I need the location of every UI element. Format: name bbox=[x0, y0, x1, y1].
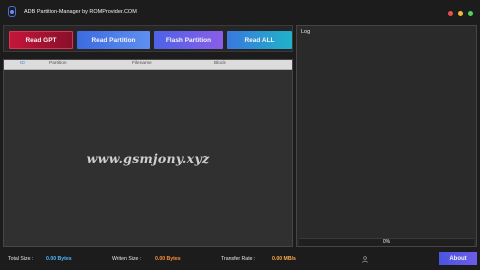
window-title: ADB Partition-Manager by ROMProvider.COM bbox=[24, 9, 137, 15]
read-partition-button[interactable]: Read Partition bbox=[77, 31, 150, 49]
action-toolbar: Read GPT Read Partition Flash Partition … bbox=[3, 25, 293, 52]
total-size-label: Total Size : bbox=[8, 256, 34, 262]
transfer-rate-label: Transfer Rate : bbox=[221, 256, 256, 262]
flash-partition-button[interactable]: Flash Partition bbox=[154, 31, 223, 49]
read-all-button[interactable]: Read ALL bbox=[227, 31, 292, 49]
about-button[interactable]: About bbox=[439, 252, 477, 265]
written-size-value: 0.00 Bytes bbox=[155, 256, 181, 262]
total-size-value: 0.00 Bytes bbox=[46, 256, 72, 262]
watermark-text: www.gsmjony.xyz bbox=[86, 151, 210, 166]
progress-text: 0% bbox=[382, 239, 391, 245]
column-header-block[interactable]: Block bbox=[214, 61, 226, 66]
close-button[interactable] bbox=[468, 11, 473, 16]
read-gpt-button[interactable]: Read GPT bbox=[9, 31, 73, 49]
log-panel[interactable]: Log 0% bbox=[296, 25, 477, 247]
written-size-label: Writen Size : bbox=[112, 256, 142, 262]
column-header-filename[interactable]: Filename bbox=[132, 61, 152, 66]
status-bar: Total Size : 0.00 Bytes Writen Size : 0.… bbox=[0, 250, 480, 270]
column-header-id[interactable]: ID bbox=[20, 61, 25, 66]
transfer-rate-value: 0.00 MB/s bbox=[272, 256, 296, 262]
user-icon bbox=[362, 256, 368, 263]
column-header-partition[interactable]: Partition bbox=[49, 61, 67, 66]
title-bar: ADB Partition-Manager by ROMProvider.COM bbox=[0, 0, 480, 24]
app-logo-icon bbox=[8, 6, 16, 17]
maximize-button[interactable] bbox=[458, 11, 463, 16]
minimize-button[interactable] bbox=[448, 11, 453, 16]
table-header: ID Partition Filename Block bbox=[4, 60, 292, 70]
progress-bar: 0% bbox=[299, 238, 474, 246]
partition-table[interactable]: ID Partition Filename Block www.gsmjony.… bbox=[3, 59, 293, 247]
log-label: Log bbox=[301, 29, 311, 35]
